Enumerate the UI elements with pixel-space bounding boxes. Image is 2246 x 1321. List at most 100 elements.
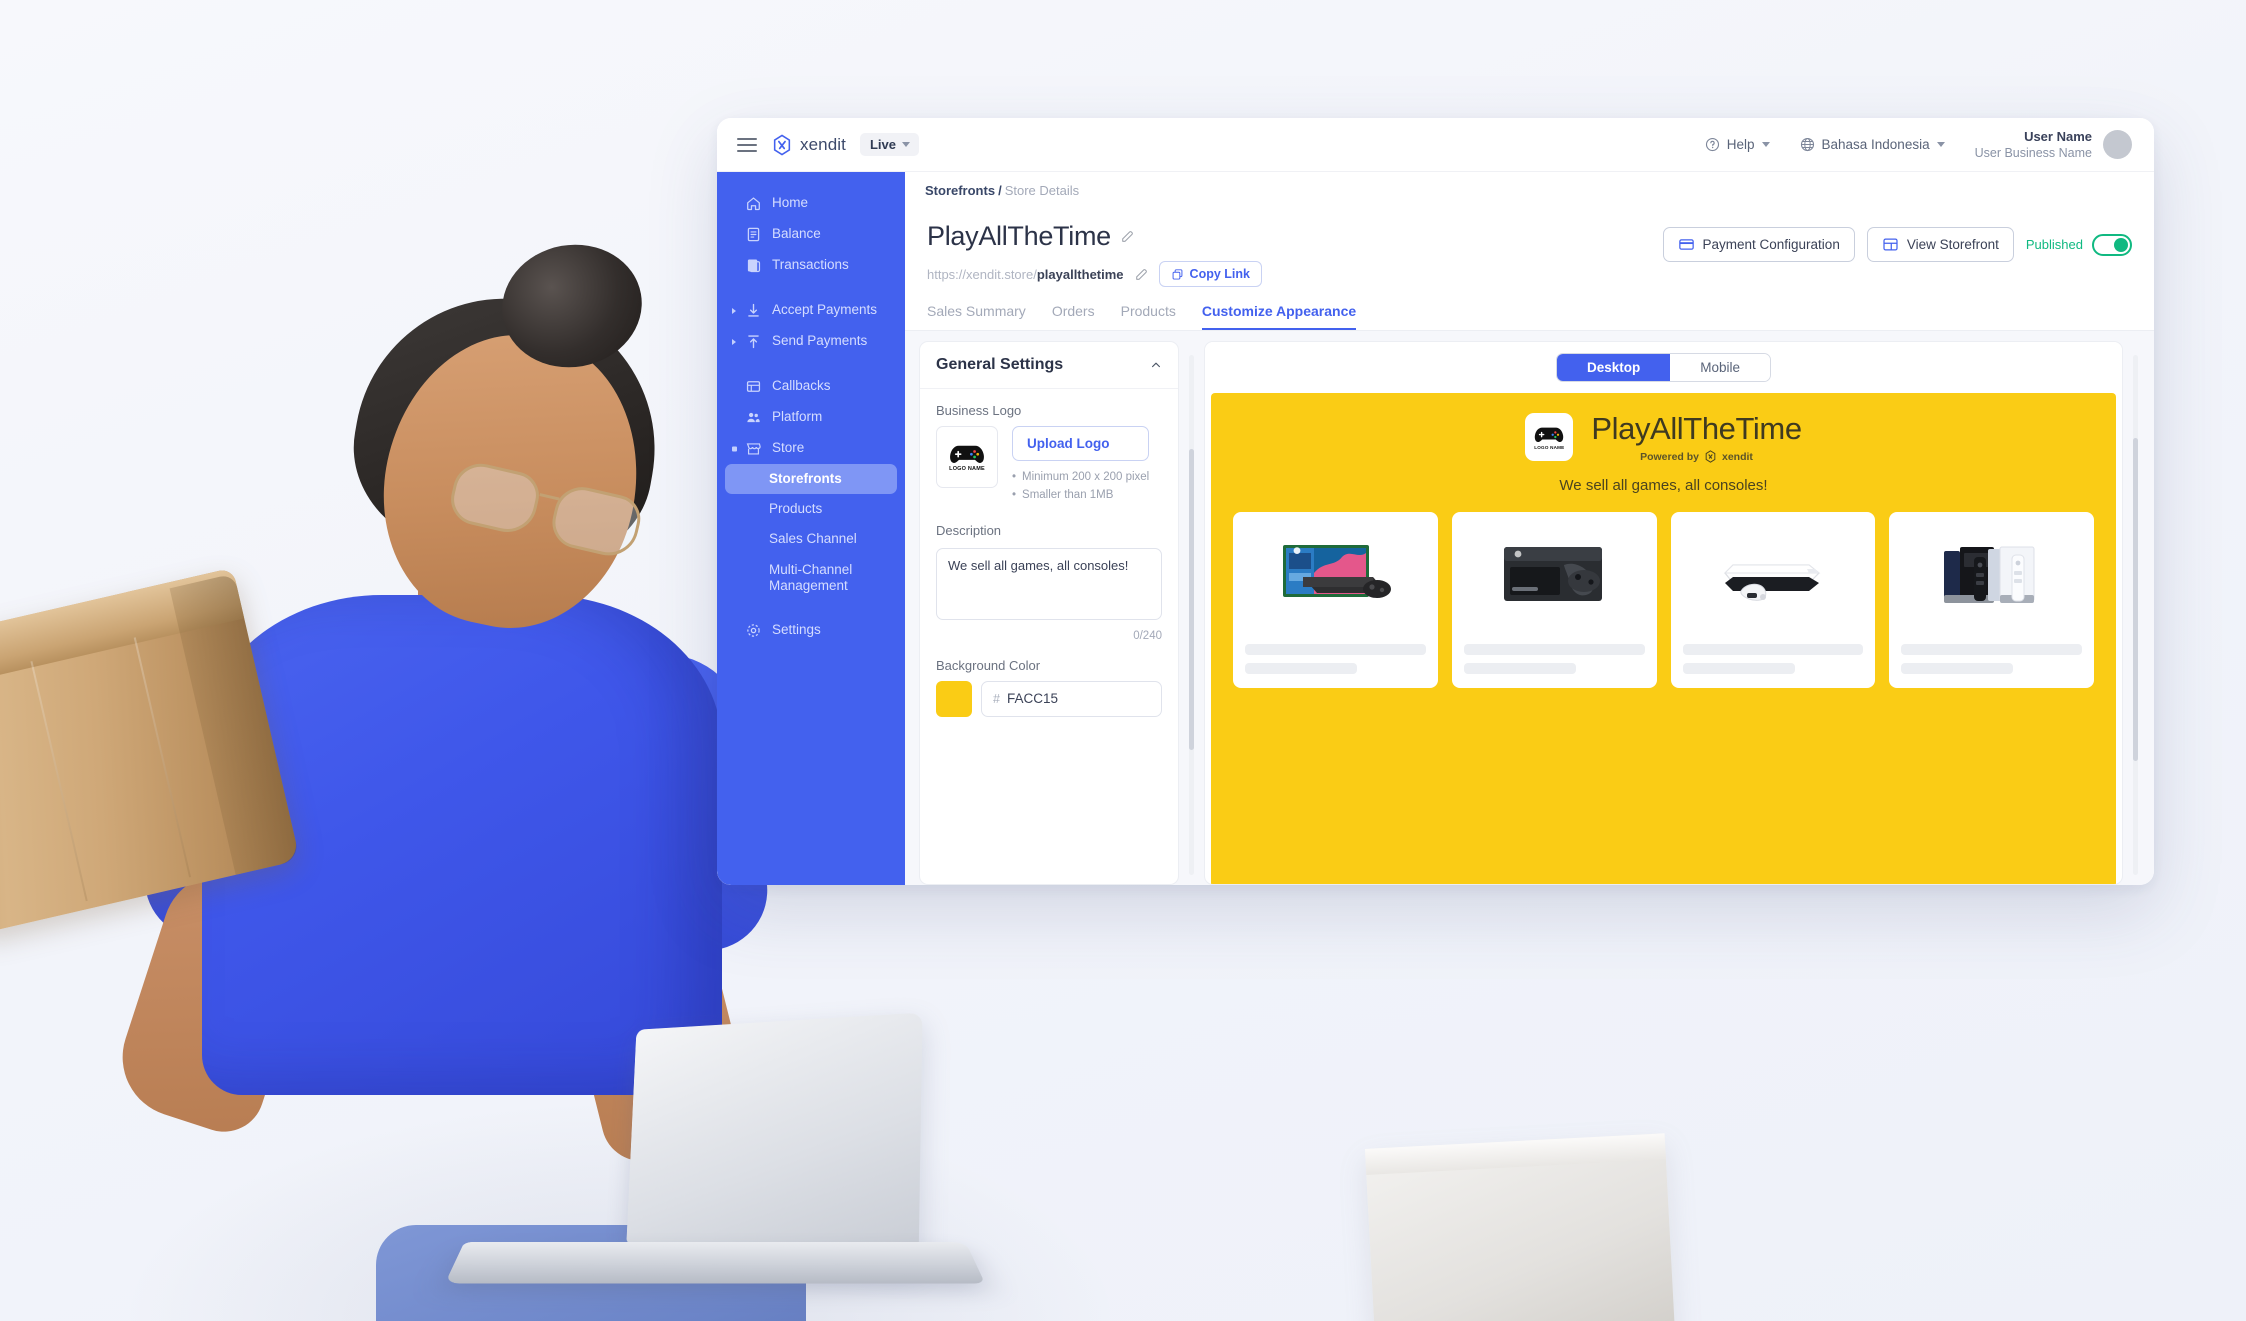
sidebar-item-sales-channel[interactable]: Sales Channel bbox=[725, 524, 897, 554]
sidebar-item-multi-channel-management[interactable]: Multi-Channel Management bbox=[725, 555, 897, 601]
product-card[interactable] bbox=[1889, 512, 2094, 688]
user-account-menu[interactable]: User Name User Business Name bbox=[1975, 128, 2132, 162]
store-icon bbox=[746, 443, 761, 455]
language-selector[interactable]: Bahasa Indonesia bbox=[1800, 137, 1945, 152]
sidebar-item-label: Transactions bbox=[772, 257, 849, 273]
background-color-input[interactable]: # FACC15 bbox=[981, 680, 1162, 717]
background-color-label: Background Color bbox=[936, 657, 1041, 673]
powered-by-brand: xendit bbox=[1722, 450, 1753, 463]
xendit-logo[interactable]: xendit bbox=[771, 134, 846, 156]
laptop-keyboard-base bbox=[444, 1242, 986, 1284]
bullet-icon: • bbox=[1012, 488, 1017, 501]
upload-logo-button[interactable]: Upload Logo bbox=[1012, 426, 1150, 461]
storefront-logo: LOGO NAME bbox=[1525, 413, 1574, 461]
page-title: PlayAllTheTime bbox=[927, 221, 1262, 252]
product-card[interactable] bbox=[1233, 512, 1438, 688]
language-label: Bahasa Indonesia bbox=[1821, 137, 1930, 152]
device-option-mobile[interactable]: Mobile bbox=[1670, 354, 1771, 381]
view-storefront-button[interactable]: View Storefront bbox=[1866, 227, 2014, 262]
help-menu[interactable]: Help bbox=[1705, 137, 1770, 152]
preview-scrollbar[interactable] bbox=[2133, 355, 2138, 875]
sidebar-item-home[interactable]: Home bbox=[725, 188, 897, 219]
sidebar-item-products[interactable]: Products bbox=[725, 494, 897, 524]
product-card[interactable] bbox=[1451, 512, 1657, 688]
description-input[interactable] bbox=[936, 547, 1162, 620]
description-char-counter: 0/240 bbox=[1133, 629, 1162, 642]
tab-orders[interactable]: Orders bbox=[1052, 303, 1095, 330]
upload-logo-label: Upload Logo bbox=[1027, 436, 1110, 451]
tab-products[interactable]: Products bbox=[1121, 303, 1176, 330]
breadcrumb-parent-link[interactable]: Storefronts bbox=[925, 183, 995, 198]
sidebar-item-label: Store bbox=[772, 440, 805, 456]
sidebar-group-store[interactable]: Store bbox=[725, 433, 897, 464]
pencil-icon[interactable] bbox=[1120, 229, 1135, 244]
storefront-brand-header: LOGO NAME PlayAllTheTime Powered by xend… bbox=[1233, 411, 2094, 463]
pencil-icon[interactable] bbox=[1134, 267, 1149, 282]
sidebar-item-balance[interactable]: Balance bbox=[725, 219, 897, 250]
logo-preview[interactable]: LOGO NAME bbox=[936, 426, 998, 488]
tab-sales-summary[interactable]: Sales Summary bbox=[927, 303, 1026, 330]
chevron-right-icon bbox=[732, 307, 736, 314]
globe-icon bbox=[1800, 137, 1814, 152]
send-payments-icon bbox=[748, 335, 759, 349]
hamburger-menu-icon[interactable] bbox=[737, 137, 757, 152]
sidebar-item-transactions[interactable]: Transactions bbox=[725, 250, 897, 281]
brand-name: xendit bbox=[800, 134, 846, 154]
sidebar-item-label: Sales Channel bbox=[769, 531, 857, 547]
home-icon bbox=[747, 197, 760, 211]
store-url-row: https://xendit.store/playallthetime Copy… bbox=[927, 261, 1262, 287]
device-option-desktop[interactable]: Desktop bbox=[1556, 354, 1671, 381]
storefront-name: PlayAllTheTime bbox=[1591, 411, 1802, 446]
sidebar-item-callbacks[interactable]: Callbacks bbox=[725, 371, 897, 402]
breadcrumb-bar: Storefronts / Store Details bbox=[905, 172, 2154, 207]
chevron-down-icon bbox=[1936, 142, 1945, 147]
store-url-prefix: https://xendit.store/ bbox=[927, 266, 1037, 282]
credit-card-icon bbox=[1678, 239, 1694, 250]
chevron-down-icon bbox=[732, 446, 737, 451]
laptop bbox=[400, 1012, 986, 1321]
sidebar-item-label: Home bbox=[772, 195, 809, 211]
copy-link-button[interactable]: Copy Link bbox=[1158, 261, 1262, 287]
sidebar-item-platform[interactable]: Platform bbox=[725, 402, 897, 433]
background-color-swatch[interactable] bbox=[936, 680, 972, 717]
product-title-placeholder bbox=[1245, 644, 1426, 655]
general-settings-title: General Settings bbox=[936, 356, 1064, 373]
copy-link-label: Copy Link bbox=[1189, 267, 1250, 281]
chevron-down-icon bbox=[1761, 142, 1770, 147]
payment-configuration-button[interactable]: Payment Configuration bbox=[1662, 227, 1855, 262]
xbox-series-bundle-product bbox=[1245, 524, 1426, 632]
general-settings-header[interactable]: General Settings bbox=[920, 342, 1178, 389]
product-price-placeholder bbox=[1682, 663, 1795, 674]
store-tabs: Sales Summary Orders Products Customize … bbox=[927, 303, 2132, 330]
sidebar-item-settings[interactable]: Settings bbox=[725, 615, 897, 646]
store-url: https://xendit.store/playallthetime bbox=[927, 267, 1124, 282]
product-title-placeholder bbox=[1682, 644, 1864, 655]
environment-mode-selector[interactable]: Live bbox=[859, 133, 919, 156]
storefront-logo-text: LOGO NAME bbox=[1534, 444, 1565, 450]
settings-scrollbar[interactable] bbox=[1189, 355, 1194, 875]
sidebar-item-label: Products bbox=[769, 501, 823, 517]
xbox-bundle-image bbox=[1283, 545, 1392, 598]
storefront-preview-column: Desktop Mobile LOGO NAME PlayAllTheTime … bbox=[1204, 341, 2123, 885]
xbox-one-x-image bbox=[1504, 547, 1603, 601]
storefront-product-grid bbox=[1233, 512, 2094, 688]
sidebar-item-label: Callbacks bbox=[772, 378, 831, 394]
logo-hint: Minimum 200 x 200 pixel bbox=[1022, 471, 1150, 483]
chevron-down-icon bbox=[901, 142, 910, 147]
storefront-preview-canvas: LOGO NAME PlayAllTheTime Powered by xend… bbox=[1211, 393, 2116, 884]
product-card[interactable] bbox=[1670, 512, 1876, 688]
chevron-right-icon bbox=[732, 338, 736, 345]
settings-icon bbox=[747, 624, 760, 637]
tab-customize-appearance[interactable]: Customize Appearance bbox=[1201, 303, 1357, 330]
avatar[interactable] bbox=[2103, 130, 2132, 159]
chevron-up-icon[interactable] bbox=[1150, 359, 1162, 371]
sidebar-item-label: Platform bbox=[772, 409, 823, 425]
accept-payments-icon bbox=[748, 303, 759, 317]
device-toggle-bar: Desktop Mobile bbox=[1205, 342, 2122, 393]
sidebar-group-send-payments[interactable]: Send Payments bbox=[725, 326, 897, 357]
sidebar-item-storefronts[interactable]: Storefronts bbox=[725, 464, 897, 495]
sidebar-group-accept-payments[interactable]: Accept Payments bbox=[725, 295, 897, 326]
published-toggle[interactable] bbox=[2092, 233, 2132, 256]
user-business-name: User Business Name bbox=[1974, 145, 2092, 160]
device-segmented-control: Desktop Mobile bbox=[1555, 353, 1772, 382]
